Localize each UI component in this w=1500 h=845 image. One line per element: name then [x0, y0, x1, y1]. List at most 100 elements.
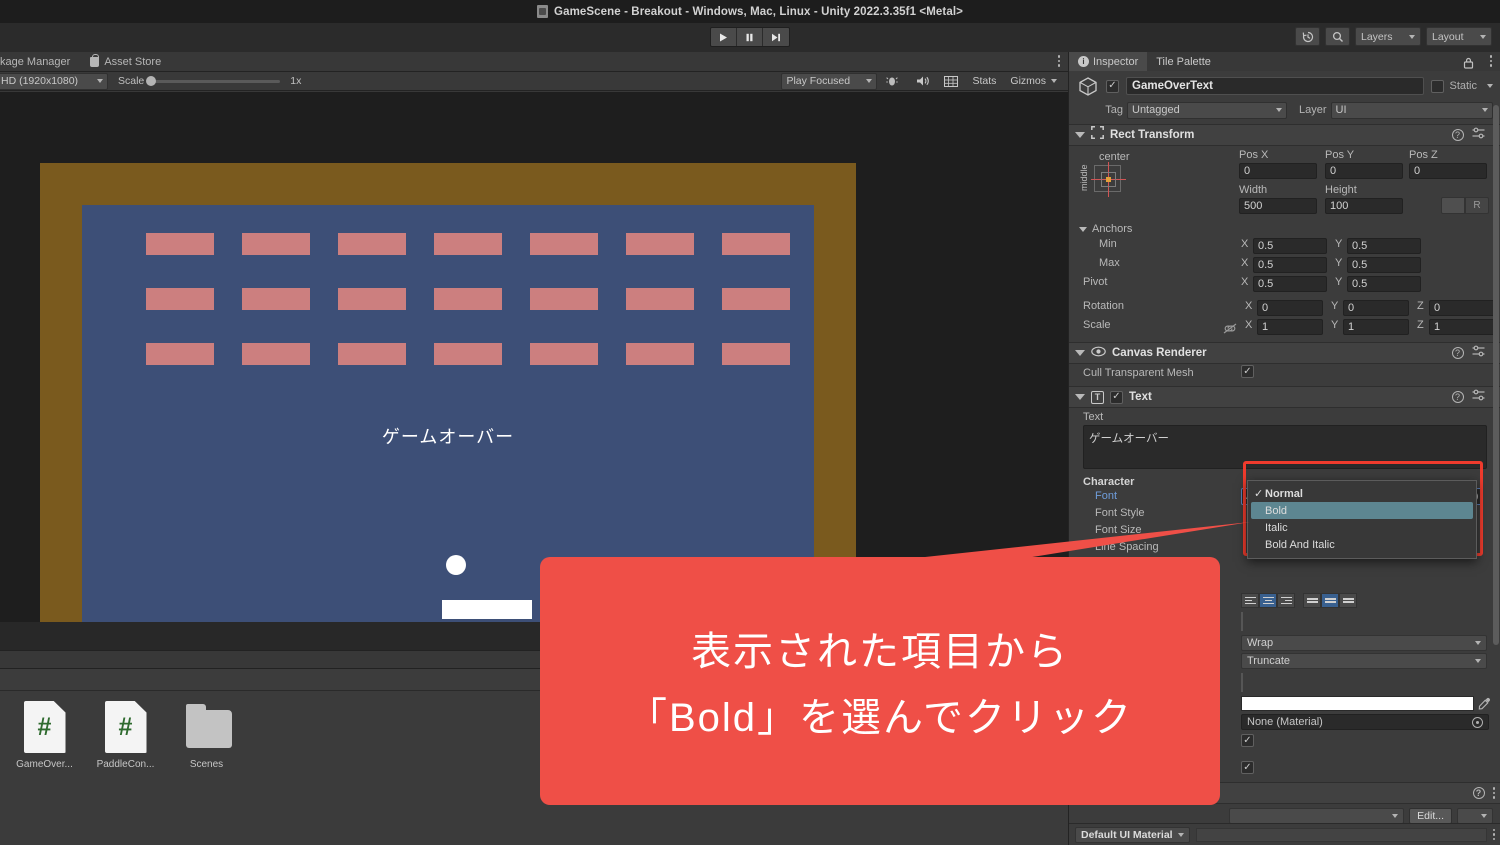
align-top-button[interactable] — [1303, 593, 1321, 608]
tag-dropdown[interactable]: Untagged — [1127, 101, 1287, 119]
rotation-y-input[interactable]: 0 — [1343, 300, 1409, 316]
component-menu-icon[interactable] — [1492, 787, 1495, 799]
rotation-z-input[interactable]: 0 — [1429, 300, 1495, 316]
preset-icon[interactable] — [1472, 388, 1485, 406]
maskable-checkbox[interactable] — [1241, 761, 1254, 774]
align-bottom-button[interactable] — [1339, 593, 1357, 608]
gameobject-enabled-checkbox[interactable] — [1106, 79, 1119, 93]
help-icon[interactable]: ? — [1451, 129, 1464, 141]
font-style-option[interactable]: Bold — [1251, 502, 1473, 519]
vertical-overflow-dropdown[interactable]: Truncate — [1241, 653, 1487, 669]
tab-asset-store[interactable]: Asset Store — [80, 52, 172, 71]
foldout-icon[interactable] — [1075, 394, 1085, 400]
foldout-icon[interactable] — [1075, 132, 1085, 138]
object-picker-icon[interactable] — [1472, 716, 1483, 728]
asset-item[interactable]: # GameOver... — [12, 701, 77, 770]
foldout-icon[interactable] — [1075, 350, 1085, 356]
stats-button[interactable]: Stats — [967, 73, 1001, 90]
bug-icon[interactable] — [881, 73, 903, 90]
gizmos-dropdown[interactable]: Gizmos — [1005, 73, 1062, 90]
default-ui-material-dropdown[interactable]: Default UI Material — [1075, 826, 1190, 843]
preset-icon[interactable] — [1472, 126, 1485, 144]
panel-menu-icon[interactable] — [1057, 55, 1060, 67]
brick — [242, 343, 310, 365]
scale-x-input[interactable]: 1 — [1257, 319, 1323, 335]
height-input[interactable]: 100 — [1325, 198, 1403, 214]
layers-dropdown[interactable]: Layers — [1355, 27, 1421, 46]
constrain-proportions-icon[interactable] — [1223, 321, 1237, 339]
footer-field[interactable] — [1195, 827, 1487, 842]
shader-variant-dropdown[interactable] — [1457, 808, 1493, 824]
mute-audio-icon[interactable] — [911, 73, 935, 90]
history-icon[interactable] — [1295, 27, 1320, 46]
chevron-down-icon[interactable] — [1487, 84, 1493, 88]
align-middle-button[interactable] — [1321, 593, 1339, 608]
pos-y-input[interactable]: 0 — [1325, 163, 1403, 179]
asset-item[interactable]: # PaddleCon... — [93, 701, 158, 770]
scale-slider-handle[interactable] — [146, 76, 157, 86]
text-color-field[interactable] — [1241, 696, 1474, 711]
text-component-header[interactable]: T Text ? — [1069, 386, 1500, 408]
foldout-icon[interactable] — [1079, 226, 1087, 232]
scale-z-input[interactable]: 1 — [1429, 319, 1495, 335]
font-style-dropdown-popup[interactable]: ✓ Normal Bold Italic Bold And Italic — [1247, 480, 1477, 559]
anchor-min-x-input[interactable]: 0.5 — [1253, 238, 1327, 254]
gameobject-name-input[interactable]: GameOverText — [1126, 77, 1425, 95]
tab-inspector[interactable]: i Inspector — [1069, 52, 1148, 71]
text-component-enabled-checkbox[interactable] — [1110, 390, 1123, 404]
layer-dropdown[interactable]: UI — [1330, 101, 1493, 119]
search-icon[interactable] — [1325, 27, 1350, 46]
inspector-scrollbar[interactable] — [1492, 95, 1500, 775]
rotation-x-input[interactable]: 0 — [1257, 300, 1323, 316]
pos-x-input[interactable]: 0 — [1239, 163, 1317, 179]
help-icon[interactable]: ? — [1451, 391, 1464, 403]
edit-shader-button[interactable]: Edit... — [1409, 808, 1452, 824]
scale-y-input[interactable]: 1 — [1343, 319, 1409, 335]
shader-dropdown[interactable] — [1229, 808, 1405, 824]
resolution-dropdown[interactable]: HD (1920x1080) — [0, 72, 108, 90]
eyedropper-icon[interactable] — [1478, 697, 1491, 710]
anchor-min-y-input[interactable]: 0.5 — [1347, 238, 1421, 254]
anchor-snap-button[interactable] — [1441, 197, 1465, 214]
preset-icon[interactable] — [1472, 344, 1485, 362]
grid-icon[interactable] — [939, 73, 963, 90]
cull-transparent-mesh-checkbox[interactable] — [1241, 365, 1254, 378]
font-style-option[interactable]: ✓ Normal — [1248, 485, 1476, 502]
anchors-foldout[interactable]: Anchors — [1069, 221, 1500, 237]
play-button[interactable] — [711, 28, 737, 46]
static-toggle[interactable]: Static — [1431, 79, 1493, 93]
blueprint-mode-button[interactable]: R — [1465, 197, 1489, 214]
horizontal-overflow-dropdown[interactable]: Wrap — [1241, 635, 1487, 651]
pos-x-label: Pos X — [1239, 149, 1269, 161]
layout-dropdown[interactable]: Layout — [1426, 27, 1492, 46]
tab-package-manager[interactable]: kage Manager — [0, 52, 81, 71]
rect-transform-header[interactable]: Rect Transform ? — [1069, 124, 1500, 146]
pause-button[interactable] — [737, 28, 763, 46]
help-icon[interactable]: ? — [1451, 347, 1464, 359]
anchor-preset-widget[interactable] — [1091, 162, 1126, 197]
asset-item[interactable]: Scenes — [174, 701, 239, 770]
font-style-option[interactable]: Italic — [1248, 519, 1476, 536]
text-value-textarea[interactable]: ゲームオーバー — [1083, 425, 1487, 469]
best-fit-checkbox[interactable] — [1241, 673, 1243, 692]
playmode-dropdown[interactable]: Play Focused — [781, 72, 878, 90]
width-input[interactable]: 500 — [1239, 198, 1317, 214]
chevron-down-icon — [1177, 832, 1184, 837]
tab-tile-palette[interactable]: Tile Palette — [1147, 52, 1220, 71]
step-button[interactable] — [763, 28, 789, 46]
pivot-x-input[interactable]: 0.5 — [1253, 276, 1327, 292]
pivot-y-input[interactable]: 0.5 — [1347, 276, 1421, 292]
footer-menu-icon[interactable] — [1492, 828, 1495, 841]
anchor-max-x-input[interactable]: 0.5 — [1253, 257, 1327, 273]
material-object-field[interactable]: None (Material) — [1241, 714, 1489, 730]
inspector-menu-icon[interactable] — [1489, 55, 1492, 67]
scale-slider[interactable] — [146, 76, 281, 86]
raycast-target-checkbox[interactable] — [1241, 734, 1254, 747]
pos-z-input[interactable]: 0 — [1409, 163, 1487, 179]
font-style-option[interactable]: Bold And Italic — [1248, 536, 1476, 553]
inspector-scrollbar-thumb[interactable] — [1493, 105, 1499, 645]
help-icon[interactable]: ? — [1472, 787, 1485, 799]
anchor-max-y-input[interactable]: 0.5 — [1347, 257, 1421, 273]
static-checkbox[interactable] — [1431, 79, 1445, 93]
canvas-renderer-header[interactable]: Canvas Renderer ? — [1069, 342, 1500, 364]
